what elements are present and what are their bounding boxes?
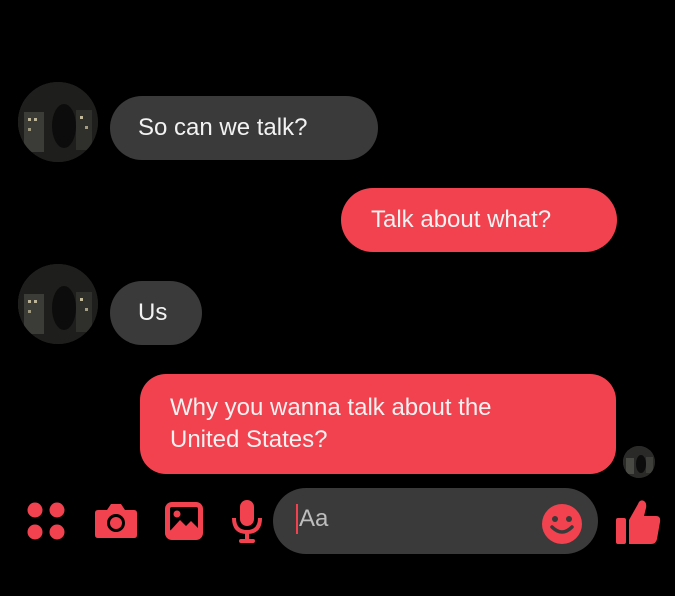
message-input-placeholder: Aa xyxy=(299,505,329,532)
message-bubble-incoming[interactable]: Us xyxy=(110,281,202,345)
microphone-icon[interactable] xyxy=(230,498,264,544)
message-text: Us xyxy=(138,299,168,326)
message-bubble-outgoing[interactable]: Why you wanna talk about the United Stat… xyxy=(140,374,616,474)
camera-icon[interactable] xyxy=(94,500,138,540)
contact-photo-icon xyxy=(18,264,98,344)
text-cursor xyxy=(296,504,298,534)
message-text: So can we talk? xyxy=(138,114,308,141)
contact-avatar[interactable] xyxy=(18,82,98,162)
contact-photo-icon xyxy=(18,82,98,162)
emoji-icon[interactable] xyxy=(540,502,584,546)
thumbs-up-icon[interactable] xyxy=(614,496,662,546)
message-text-line-1: Why you wanna talk about the xyxy=(170,394,492,421)
message-bubble-outgoing[interactable]: Talk about what? xyxy=(341,188,617,252)
apps-icon[interactable] xyxy=(25,500,67,542)
message-text: Talk about what? xyxy=(371,206,552,233)
read-receipt-avatar xyxy=(623,446,655,478)
image-icon[interactable] xyxy=(163,500,205,542)
message-bubble-incoming[interactable]: So can we talk? xyxy=(110,96,378,160)
contact-photo-icon xyxy=(623,446,655,478)
contact-avatar[interactable] xyxy=(18,264,98,344)
message-text-line-2: United States? xyxy=(170,426,328,453)
